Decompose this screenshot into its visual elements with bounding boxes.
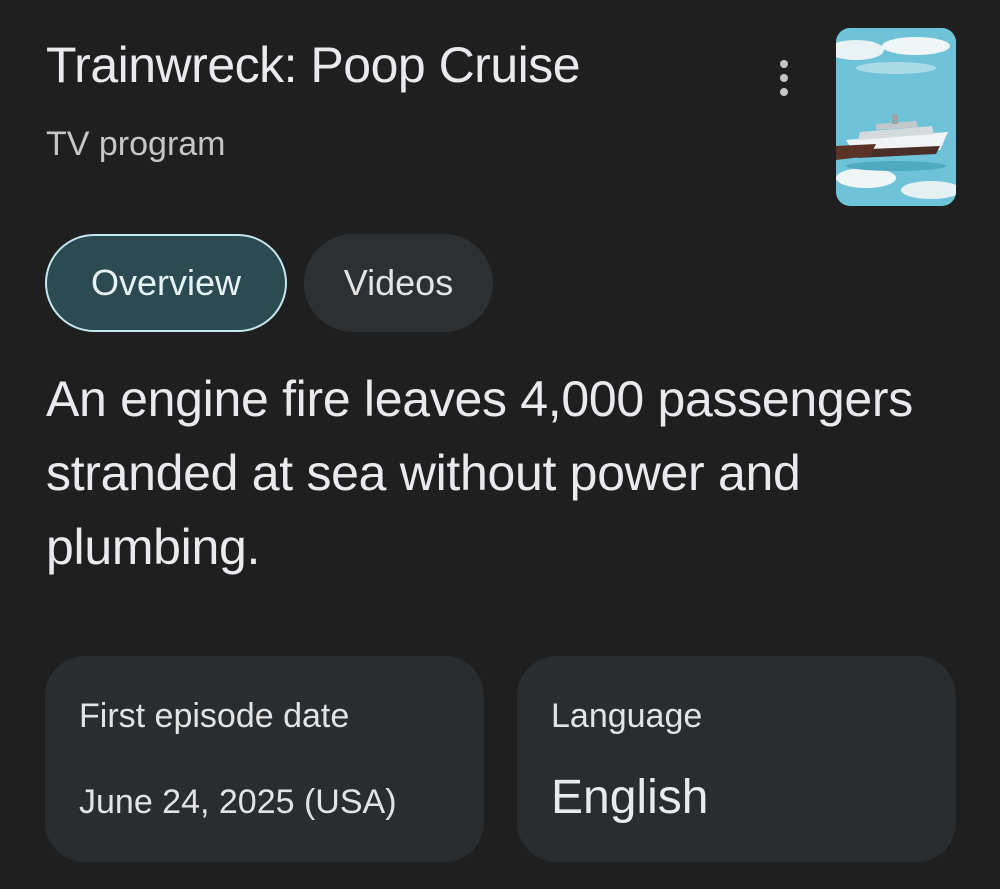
poster-image bbox=[836, 28, 956, 206]
tab-videos[interactable]: Videos bbox=[304, 234, 493, 332]
tab-videos-label: Videos bbox=[343, 262, 454, 303]
page-title: Trainwreck: Poop Cruise bbox=[46, 37, 581, 93]
language-label: Language bbox=[551, 697, 703, 735]
more-options-button[interactable] bbox=[762, 52, 806, 104]
more-vertical-icon-dot bbox=[780, 88, 788, 96]
entity-type-label: TV program bbox=[46, 125, 226, 163]
first-episode-date-value: June 24, 2025 (USA) bbox=[79, 783, 397, 821]
tab-overview[interactable]: Overview bbox=[45, 234, 287, 332]
first-episode-date-label: First episode date bbox=[79, 697, 350, 735]
first-episode-date-card[interactable]: First episode date June 24, 2025 (USA) bbox=[45, 656, 484, 862]
tab-overview-label: Overview bbox=[90, 262, 242, 303]
poster-thumbnail[interactable] bbox=[836, 28, 956, 206]
more-vertical-icon bbox=[780, 60, 788, 68]
description-text: An engine fire leaves 4,000 passengers s… bbox=[46, 371, 913, 575]
language-card[interactable]: Language English bbox=[517, 656, 956, 862]
language-value: English bbox=[551, 771, 709, 824]
more-vertical-icon-dot bbox=[780, 74, 788, 82]
